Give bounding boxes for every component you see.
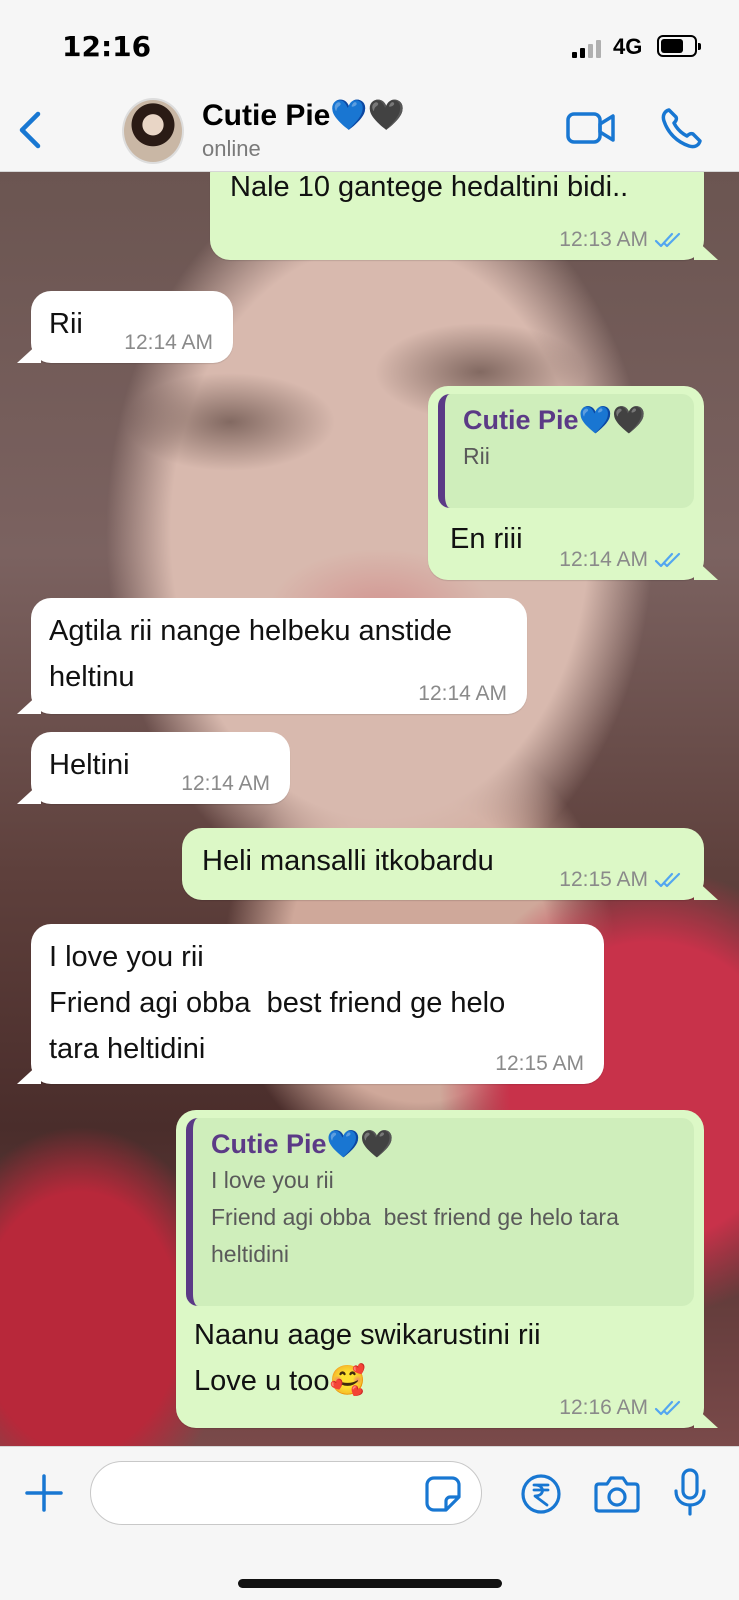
message-text: En riii: [450, 523, 523, 555]
message-time: 12:16 AM: [559, 1396, 648, 1419]
quoted-text: Rii: [463, 443, 490, 469]
message-meta: 12:14 AM: [181, 772, 270, 796]
message-meta: 12:14 AM: [559, 548, 684, 572]
quoted-sender: Cutie Pie💙🖤: [463, 405, 646, 435]
quoted-message[interactable]: Cutie Pie💙🖤 Rii: [438, 394, 694, 508]
read-ticks-icon: [654, 872, 681, 888]
quoted-message[interactable]: Cutie Pie💙🖤 I love you rii Friend agi ob…: [186, 1118, 694, 1306]
message-time: 12:14 AM: [124, 331, 213, 354]
contact-name[interactable]: Cutie Pie💙🖤: [202, 98, 405, 133]
contact-avatar[interactable]: [122, 98, 184, 164]
camera-icon[interactable]: [594, 1471, 640, 1515]
message-meta: 12:14 AM: [418, 682, 507, 706]
message-text: I love you rii Friend agi obba best frie…: [49, 941, 506, 1065]
chat-messages[interactable]: Nale 10 gantege hedaltini bidi.. 12:13 A…: [0, 172, 739, 1446]
message-meta: 12:13 AM: [559, 228, 684, 252]
message-time: 12:13 AM: [559, 228, 648, 251]
rupee-payment-icon[interactable]: [520, 1473, 562, 1515]
battery-icon: [657, 35, 701, 57]
read-ticks-icon: [654, 1400, 681, 1416]
message-time: 12:15 AM: [495, 1052, 584, 1075]
read-ticks-icon: [654, 552, 681, 568]
message-text: Heli mansalli itkobardu: [202, 845, 494, 877]
message-time: 12:14 AM: [181, 772, 270, 795]
chat-header: Cutie Pie💙🖤 online: [0, 90, 739, 172]
read-ticks-icon: [654, 232, 681, 248]
sticker-icon[interactable]: [424, 1475, 462, 1513]
home-indicator: [238, 1579, 502, 1588]
outgoing-message[interactable]: Heli mansalli itkobardu 12:15 AM: [182, 828, 704, 900]
message-text: Naanu aage swikarustini rii Love u too🥰: [194, 1319, 541, 1397]
quoted-text: I love you rii Friend agi obba best frie…: [211, 1167, 619, 1267]
incoming-message[interactable]: Agtila rii nange helbeku anstide heltinu…: [31, 598, 527, 714]
signal-strength-icon: [572, 38, 602, 58]
message-time: 12:14 AM: [559, 548, 648, 571]
status-bar: 12:16 4G: [0, 0, 739, 90]
phone-call-icon[interactable]: [660, 106, 702, 150]
incoming-message[interactable]: Rii 12:14 AM: [31, 291, 233, 363]
incoming-message[interactable]: I love you rii Friend agi obba best frie…: [31, 924, 604, 1084]
message-text: Agtila rii nange helbeku anstide heltinu: [49, 615, 453, 693]
outgoing-reply-message[interactable]: Cutie Pie💙🖤 I love you rii Friend agi ob…: [176, 1110, 704, 1428]
quoted-sender: Cutie Pie💙🖤: [211, 1129, 394, 1159]
message-text: Nale 10 gantege hedaltini bidi..: [230, 172, 629, 203]
contact-status: online: [202, 136, 261, 161]
plus-icon[interactable]: [24, 1473, 64, 1513]
message-composer: [0, 1446, 739, 1600]
message-time: 12:14 AM: [418, 682, 507, 705]
message-text: Heltini: [49, 749, 130, 781]
message-meta: 12:15 AM: [495, 1052, 584, 1076]
message-time: 12:15 AM: [559, 868, 648, 891]
status-time: 12:16: [62, 30, 152, 63]
message-meta: 12:14 AM: [124, 331, 213, 355]
message-meta: 12:15 AM: [559, 868, 684, 892]
network-type: 4G: [613, 34, 643, 59]
microphone-icon[interactable]: [672, 1467, 708, 1517]
message-meta: 12:16 AM: [559, 1396, 684, 1420]
outgoing-message[interactable]: Nale 10 gantege hedaltini bidi.. 12:13 A…: [210, 172, 704, 260]
outgoing-reply-message[interactable]: Cutie Pie💙🖤 Rii En riii 12:14 AM: [428, 386, 704, 580]
message-text: Rii: [49, 308, 83, 340]
incoming-message[interactable]: Heltini 12:14 AM: [31, 732, 290, 804]
back-icon[interactable]: [14, 108, 48, 152]
video-call-icon[interactable]: [566, 108, 616, 148]
